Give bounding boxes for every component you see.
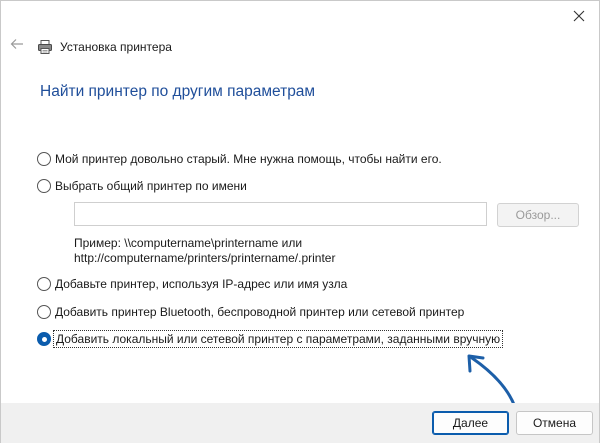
option-manual-settings[interactable]: Добавить локальный или сетевой принтер с… [37,330,504,348]
cancel-button[interactable]: Отмена [516,411,593,435]
radio-bluetooth-wireless[interactable] [37,305,51,319]
example-line-1: Пример: \\computername\printername или [74,236,303,250]
page-heading: Найти принтер по другим параметрам [40,83,316,100]
option-shared-by-name[interactable]: Выбрать общий принтер по имени [37,177,247,195]
back-button[interactable] [8,35,26,53]
option-manual-settings-label: Добавить локальный или сетевой принтер с… [52,330,504,348]
option-shared-by-name-label: Выбрать общий принтер по имени [55,179,247,193]
option-ip-address-label: Добавьте принтер, используя IP-адрес или… [55,277,348,291]
radio-old-printer[interactable] [37,152,51,166]
radio-ip-address[interactable] [37,277,51,291]
option-old-printer-label: Мой принтер довольно старый. Мне нужна п… [55,152,442,166]
example-line-2: http://computername/printers/printername… [74,251,336,265]
option-old-printer[interactable]: Мой принтер довольно старый. Мне нужна п… [37,150,442,168]
radio-shared-by-name[interactable] [37,179,51,193]
footer-bar [1,403,599,443]
window-title: Установка принтера [60,40,172,54]
close-icon [573,10,585,22]
printer-name-input[interactable] [74,202,487,226]
option-ip-address[interactable]: Добавьте принтер, используя IP-адрес или… [37,275,347,293]
printer-setup-window: Установка принтера Найти принтер по друг… [0,0,600,443]
browse-button[interactable]: Обзор... [497,203,579,227]
example-text: Пример: \\computername\printername или h… [74,236,335,266]
printer-icon [38,40,52,54]
option-bluetooth-wireless[interactable]: Добавить принтер Bluetooth, беспроводной… [37,303,464,321]
back-arrow-icon [10,39,23,49]
close-button[interactable] [565,3,593,29]
next-button[interactable]: Далее [432,411,509,435]
window-title-bar: Установка принтера [37,38,172,56]
option-bluetooth-wireless-label: Добавить принтер Bluetooth, беспроводной… [55,305,465,319]
radio-manual-settings[interactable] [37,332,51,346]
